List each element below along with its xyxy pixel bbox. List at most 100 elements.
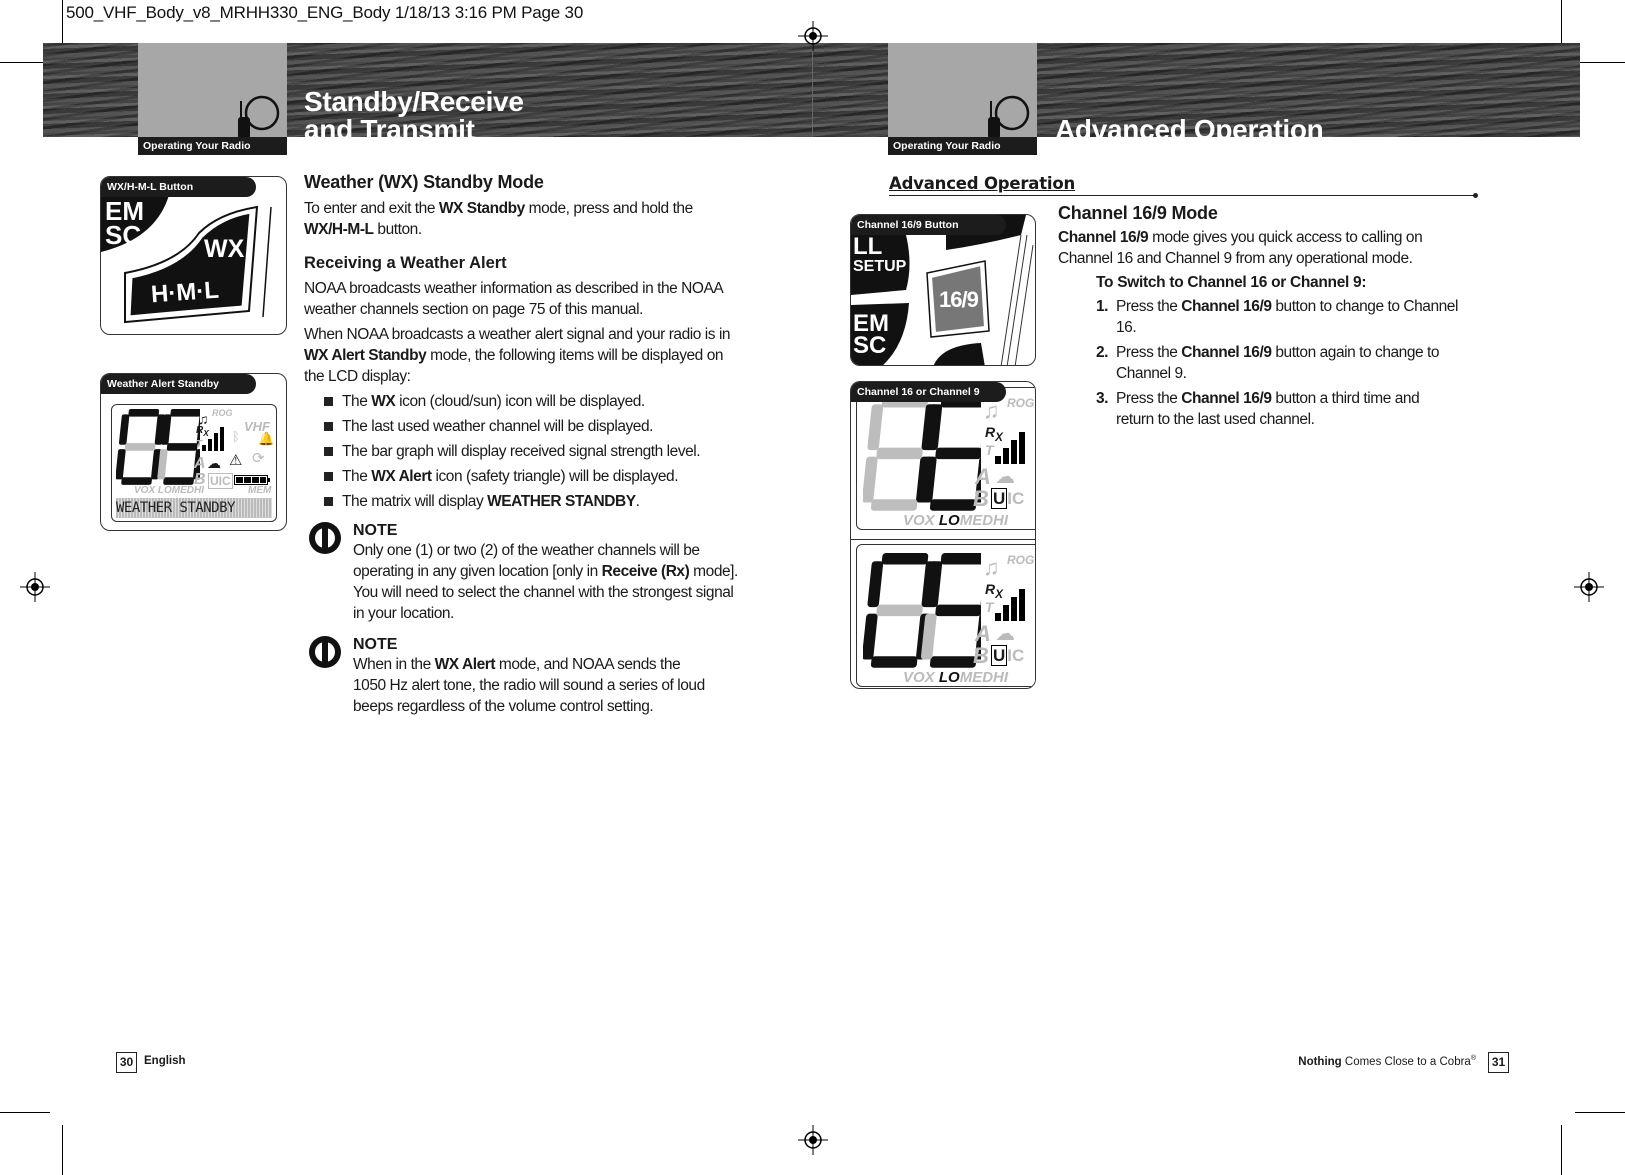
crop-mark [62, 1125, 63, 1175]
bold-text: Receive (Rx) [601, 563, 690, 580]
registration-mark-icon [1574, 572, 1604, 602]
figure-channel-16-or-9: Channel 16 or Channel 9 ♫ ROG RX T A ☁ B… [850, 381, 1036, 689]
digit-segment [163, 477, 194, 485]
signal-strength-icon [995, 432, 1025, 464]
vox-indicator: VOX [903, 512, 935, 529]
text-run: icon (cloud/sun) icon will be displayed. [395, 393, 645, 410]
text-run: button. [373, 221, 422, 238]
hi-indicator: HI [993, 512, 1009, 529]
text-run: mode, press and hold the [524, 200, 694, 217]
figure-tag: Channel 16/9 Button [851, 215, 1006, 235]
crop-mark [1575, 1112, 1625, 1113]
lo-indicator: LO [938, 512, 960, 529]
page-title-line: and Transmit [304, 114, 475, 138]
bold-text: WX/H-M-L [304, 221, 374, 238]
step-text: Press the Channel 16/9 button to change … [1116, 298, 1458, 336]
page-title-line: Standby/Receive [304, 88, 524, 117]
bold-text: Channel 16/9 [1058, 229, 1149, 246]
steps-list: 1. Press the Channel 16/9 button to chang… [1058, 296, 1476, 430]
battery-level-icon [234, 475, 270, 485]
step-item: 2. Press the Channel 16/9 button again to… [1058, 342, 1458, 384]
channel-digits [863, 396, 981, 511]
channel-16-9-button-label: 16/9 [939, 287, 979, 312]
u-indicator: U [210, 474, 219, 488]
note-icon [309, 636, 341, 668]
c-indicator: C [1012, 646, 1025, 665]
bold-text: Channel 16/9 [1181, 344, 1272, 361]
digit-segment [118, 414, 130, 445]
page-title: Standby/Receive and Transmit [304, 88, 704, 137]
paragraph: NOAA broadcasts weather information as d… [304, 278, 740, 320]
rx-indicator: R [985, 581, 996, 597]
text-run: The bar graph will display received sign… [342, 443, 701, 460]
figure-channel-16-9-button: Channel 16/9 Button LL SETUP EM SC 16/9 [850, 214, 1036, 366]
lcd-display-channel-9: ♫ ROG RX T A ☁ B U IC VOX LOMEDHI [856, 544, 1035, 687]
bold-text: Channel 16/9 [1181, 298, 1272, 315]
bullet-item: The last used weather channel will be di… [304, 416, 740, 437]
digit-segment [870, 656, 918, 668]
bullet-item: The WX icon (cloud/sun) icon will be dis… [304, 391, 740, 412]
note-block: NOTE Only one (1) or two (2) of the weat… [304, 522, 740, 624]
rog-indicator: ROG [1007, 553, 1035, 567]
digit-segment [121, 477, 152, 485]
tx-indicator: T [985, 599, 994, 615]
registration-mark-icon [798, 21, 828, 51]
bullet-item: The bar graph will display received sign… [304, 441, 740, 462]
dot-matrix-display: WEATHER STANDBY [116, 498, 272, 518]
bold-text: WX [371, 393, 396, 410]
text-run: NOAA broadcasts weather information as d… [304, 280, 723, 318]
radio-icon [238, 95, 280, 139]
vox-indicator: VOX [134, 485, 156, 496]
signal-strength-icon [995, 589, 1025, 621]
hi-indicator: HI [194, 485, 205, 496]
page-fold-line [812, 43, 813, 137]
divider [851, 539, 1035, 540]
paragraph: When NOAA broadcasts a weather alert sig… [304, 324, 740, 387]
bold-text: WEATHER STANDBY [487, 493, 636, 510]
figure-weather-alert-standby: Weather Alert Standby ♫ ROG VHF RX T A B… [100, 373, 287, 531]
alarm-bell-icon: 🔔 [258, 431, 275, 446]
digit-segment [128, 409, 160, 417]
rog-indicator: ROG [212, 408, 233, 418]
note-text: Only one (1) or two (2) of the weather c… [353, 540, 740, 624]
text-run: . [635, 493, 640, 510]
step-number: 1. [1096, 298, 1109, 315]
digit-segment [116, 449, 126, 480]
digit-segment [166, 443, 198, 451]
digit-segment [863, 456, 878, 503]
note-label: NOTE [353, 636, 398, 653]
signal-strength-icon [202, 427, 224, 451]
bluetooth-icon: ᛒ [232, 429, 240, 444]
digit-segment [124, 443, 156, 451]
step-text: Press the Channel 16/9 button a third ti… [1116, 390, 1420, 428]
c-indicator: C [1012, 489, 1025, 508]
digit-segment [929, 499, 977, 511]
alert-triangle-icon: ⚠ [229, 452, 243, 469]
figure-tag: Weather Alert Standby [101, 374, 256, 394]
digit-segment [870, 499, 918, 511]
bold-text: WX Alert Standby [304, 347, 427, 364]
section-heading: Channel 16/9 Mode [1058, 203, 1218, 223]
text-run: The last used weather channel will be di… [342, 418, 653, 435]
digit-segment [935, 447, 981, 460]
hml-button-label: H·M·L [150, 276, 220, 309]
section-header: Advanced Operation [889, 174, 1076, 193]
bullet-item: The WX Alert icon (safety triangle) will… [304, 466, 740, 487]
b-indicator: B [973, 643, 989, 668]
med-indicator: MED [959, 512, 994, 529]
file-slug: 500_VHF_Body_v8_MRHH330_ENG_Body 1/18/13… [66, 3, 584, 22]
note-icon [309, 522, 341, 554]
crop-mark [1561, 0, 1562, 48]
crop-mark [0, 1112, 50, 1113]
rx-indicator: R [985, 424, 996, 440]
channel-digits [863, 553, 981, 668]
text-run: When NOAA broadcasts a weather alert sig… [304, 326, 731, 343]
subheading: To Switch to Channel 16 or Channel 9: [1096, 274, 1367, 291]
lcd-display-channel-16: ♫ ROG RX T A ☁ B U IC VOX LOMEDHI [856, 387, 1035, 530]
wx-button-label: WX [204, 235, 245, 263]
sc-button-label: SC [853, 332, 887, 359]
bold-text: WX Alert [371, 468, 432, 485]
digit-segment [929, 656, 977, 668]
footer-tagline-bold: Nothing [1298, 1055, 1342, 1068]
section-tab-left: Operating Your Radio [138, 43, 287, 155]
